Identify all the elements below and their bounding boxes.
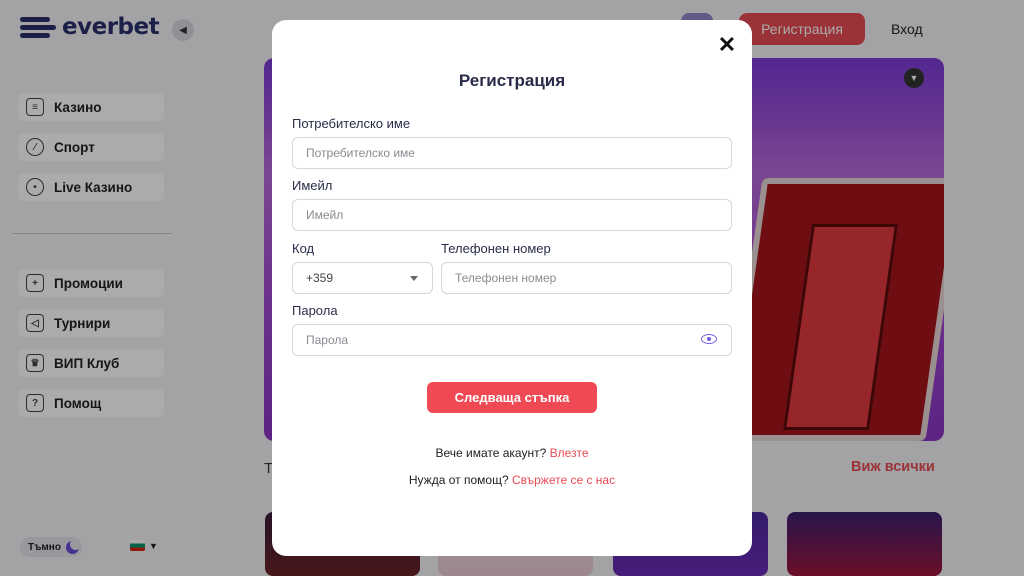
username-input[interactable] (292, 137, 732, 169)
next-step-button[interactable]: Следваща стъпка (427, 382, 597, 413)
country-code-value: +359 (306, 271, 334, 285)
country-code-select[interactable]: +359 (292, 262, 433, 294)
phone-input[interactable] (441, 262, 732, 294)
code-label: Код (292, 241, 315, 256)
email-label: Имейл (292, 178, 333, 193)
password-label: Парола (292, 303, 338, 318)
help-text: Нужда от помощ? (408, 473, 509, 487)
show-password-eye-icon[interactable] (701, 334, 717, 344)
have-account-row: Вече имате акаунт? Влезте (272, 446, 752, 460)
username-label: Потребителско име (292, 116, 411, 131)
password-input[interactable] (292, 324, 732, 356)
email-input[interactable] (292, 199, 732, 231)
have-account-text: Вече имате акаунт? (435, 446, 547, 460)
help-row: Нужда от помощ? Свържете се с нас (272, 473, 752, 487)
modal-title: Регистрация (458, 71, 566, 90)
login-link[interactable]: Влезте (550, 446, 589, 460)
contact-us-link[interactable]: Свържете се с нас (512, 473, 615, 487)
caret-down-icon (410, 276, 418, 281)
close-icon[interactable]: ✕ (716, 34, 738, 56)
phone-label: Телефонен номер (441, 241, 551, 256)
